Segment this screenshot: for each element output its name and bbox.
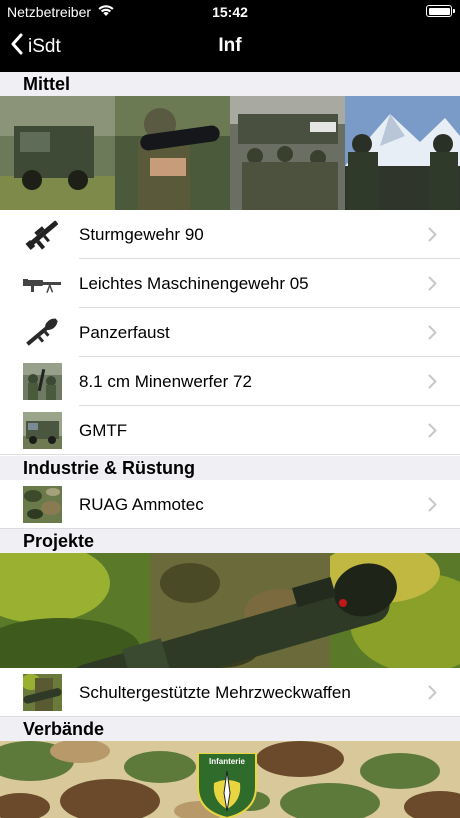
soldier-photo bbox=[21, 674, 62, 711]
list-item-label: Schultergestützte Mehrzweckwaffen bbox=[79, 683, 351, 702]
projekte-banner[interactable] bbox=[0, 553, 460, 668]
chevron-right-icon bbox=[428, 374, 437, 394]
page-title: Inf bbox=[218, 35, 242, 56]
chevron-right-icon bbox=[428, 325, 437, 345]
infanterie-badge: Infanterie bbox=[196, 753, 258, 818]
list-item-schultergestuetzte[interactable]: Schultergestützte Mehrzweckwaffen bbox=[0, 668, 460, 717]
mortar-photo bbox=[23, 363, 62, 400]
list-item-label: RUAG Ammotec bbox=[79, 495, 204, 514]
list-item-maschinengewehr[interactable]: Leichtes Maschinengewehr 05 bbox=[0, 259, 460, 308]
list-item-panzerfaust[interactable]: Panzerfaust bbox=[0, 308, 460, 357]
rocket-launcher-icon bbox=[23, 314, 62, 351]
machine-gun-icon bbox=[23, 265, 62, 302]
chevron-right-icon bbox=[428, 497, 437, 517]
section-title: Verbände bbox=[23, 719, 105, 739]
list-item-ruag-ammotec[interactable]: RUAG Ammotec bbox=[0, 480, 460, 529]
list-item-minenwerfer[interactable]: 8.1 cm Minenwerfer 72 bbox=[0, 357, 460, 406]
soldier-launcher-photo bbox=[115, 96, 230, 210]
battery-icon bbox=[426, 5, 455, 17]
assault-rifle-icon bbox=[23, 216, 62, 253]
list-item-label: Sturmgewehr 90 bbox=[79, 225, 204, 244]
status-bar: Netzbetreiber 15:42 bbox=[0, 0, 460, 24]
section-title: Projekte bbox=[23, 531, 95, 551]
status-time: 15:42 bbox=[212, 4, 248, 20]
section-header-mittel: Mittel bbox=[0, 72, 460, 96]
list-item-label: 8.1 cm Minenwerfer 72 bbox=[79, 372, 252, 391]
section-title: Industrie & Rüstung bbox=[23, 458, 195, 478]
list-item-label: GMTF bbox=[79, 421, 128, 440]
badge-text: Infanterie bbox=[208, 757, 245, 766]
navigation-bar: iSdt Inf bbox=[0, 24, 460, 72]
section-header-industrie: Industrie & Rüstung bbox=[0, 456, 460, 480]
list-item-label: Panzerfaust bbox=[79, 323, 170, 342]
top-bar: Netzbetreiber 15:42 iSdt Inf bbox=[0, 0, 460, 72]
row-separator bbox=[0, 454, 460, 455]
chevron-right-icon bbox=[428, 227, 437, 247]
list-item-gmtf[interactable]: GMTF bbox=[0, 406, 460, 455]
camouflage-photo bbox=[23, 486, 62, 523]
list-item-sturmgewehr[interactable]: Sturmgewehr 90 bbox=[0, 210, 460, 259]
chevron-right-icon bbox=[428, 685, 437, 705]
section-title: Mittel bbox=[23, 74, 70, 94]
verbaende-banner[interactable]: Infanterie bbox=[0, 741, 460, 818]
vehicle-photo bbox=[0, 96, 115, 210]
section-header-projekte: Projekte bbox=[0, 529, 460, 553]
chevron-right-icon bbox=[428, 423, 437, 443]
list-item-label: Leichtes Maschinengewehr 05 bbox=[79, 274, 309, 293]
section-header-verbaende: Verbände bbox=[0, 717, 460, 741]
tank-soldiers-photo bbox=[230, 96, 345, 210]
truck-photo bbox=[23, 412, 62, 449]
mittel-banner[interactable] bbox=[0, 96, 460, 210]
mountain-soldiers-photo bbox=[345, 96, 460, 210]
chevron-right-icon bbox=[428, 276, 437, 296]
